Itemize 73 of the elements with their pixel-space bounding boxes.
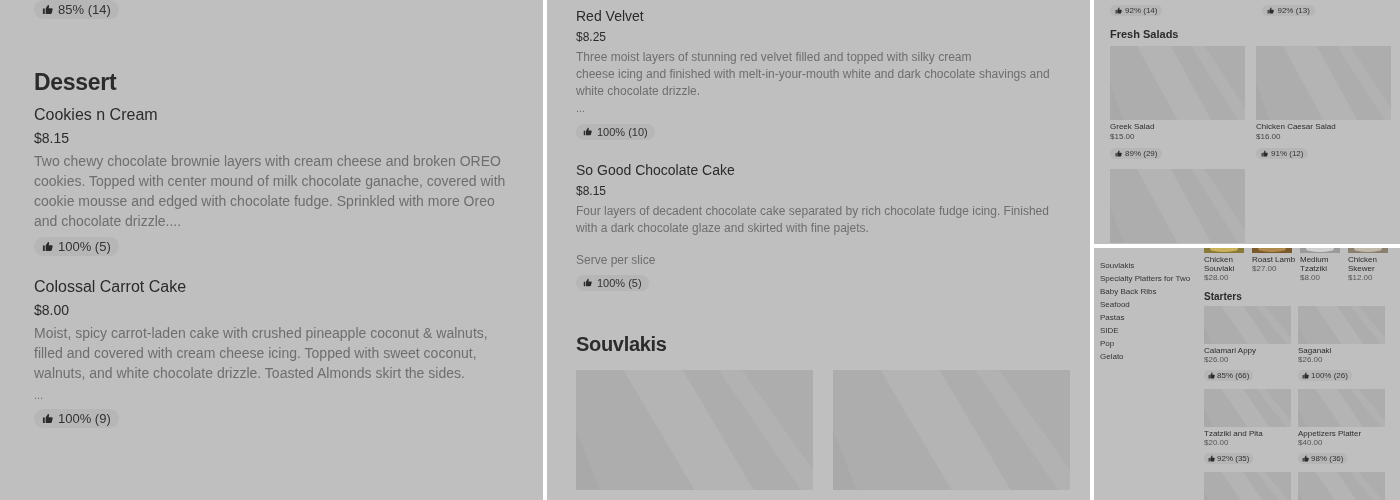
item-name: Appetizers Platter: [1298, 429, 1363, 438]
thumbs-up-icon: [583, 127, 592, 136]
rating-badge: 100% (5): [34, 237, 119, 256]
item-name: Red Velvet: [576, 8, 645, 24]
item-name: Medium Tzatziki: [1300, 255, 1330, 273]
item-description: Two chewy chocolate brownie layers with cream cheese and broken OREO cookies. Topped with center mound of milk chocolate ganache, covered with cookie mousse and edged with chocolate fudge. Sprinkled with more Oreo and chocolate drizzle....: [34, 152, 507, 231]
section-heading: Souvlakis: [576, 333, 668, 356]
ellipsis: ...: [576, 102, 587, 114]
rating-badge: 100% (26): [1298, 370, 1352, 381]
category-link[interactable]: Pastas: [1100, 312, 1204, 323]
rating-badge: 98% (36): [1298, 453, 1348, 464]
thumbs-up-icon: [1115, 150, 1122, 157]
item-price: $40.00: [1298, 438, 1324, 448]
rating-badge: 92% (14): [1110, 5, 1163, 16]
item-price: $26.00: [1298, 355, 1324, 365]
thumbs-up-icon: [1302, 455, 1309, 462]
rating-badge: 92% (35): [1204, 453, 1254, 464]
item-description: Three moist layers of stunning red velvet filled and topped with silky cream cheese icing and finished with melt-in-your-mouth white and dark chocolate shavings and white chocolate drizzle.: [576, 49, 1051, 100]
rating-badge: 100% (9): [34, 409, 119, 428]
rating-badge: 89% (29): [1110, 148, 1163, 159]
thumbs-up-icon: [1261, 150, 1268, 157]
thumbs-up-icon: [42, 413, 53, 424]
section-heading: Dessert: [34, 69, 118, 96]
item-price: $27.00: [1252, 264, 1278, 274]
item-price: $8.15: [576, 184, 608, 198]
item-description: Four layers of decadent chocolate cake separated by rich chocolate fudge icing. Finished with a dark chocolate glaze and skirted with fine pajets.: [576, 203, 1050, 237]
section-heading: Starters: [1204, 291, 1243, 302]
item-price: $12.00: [1348, 273, 1374, 283]
item-price: $26.00: [1204, 355, 1230, 365]
section-heading: Fresh Salads: [1110, 28, 1180, 40]
thumbs-up-icon: [42, 241, 53, 252]
category-link[interactable]: Specialty Platters for Two: [1100, 273, 1204, 284]
item-name: Greek Salad: [1110, 122, 1156, 132]
item-price: $28.00: [1204, 273, 1230, 283]
item-name: So Good Chocolate Cake: [576, 162, 736, 178]
item-price: $8.00: [34, 302, 71, 318]
serving-note: Serve per slice: [576, 253, 657, 267]
item-name: Cookies n Cream: [34, 106, 159, 124]
item-price: $8.25: [576, 30, 608, 44]
thumbs-up-icon: [1208, 372, 1215, 379]
rating-badge: 92% (13): [1262, 5, 1315, 16]
category-link[interactable]: Seafood: [1100, 299, 1204, 310]
rating-badge: 91% (12): [1256, 148, 1309, 159]
item-name: Colossal Carrot Cake: [34, 278, 188, 296]
thumbs-up-icon: [1267, 7, 1275, 14]
item-name: Tzatziki and Pita: [1204, 429, 1264, 438]
thumbs-up-icon: [1115, 7, 1122, 14]
item-price: $8.15: [34, 130, 71, 146]
thumbs-up-icon: [1208, 455, 1215, 462]
rating-badge: 85% (66): [1204, 370, 1254, 381]
category-link[interactable]: Gelato: [1100, 351, 1204, 362]
item-name: Calamari Appy: [1204, 346, 1258, 355]
rating-badge: 100% (10): [576, 123, 655, 140]
item-name: Roast Lamb: [1252, 255, 1297, 264]
item-name: Chicken Skewer: [1348, 255, 1378, 273]
item-price: $8.00: [1300, 273, 1322, 283]
item-name: Chicken Souvlaki: [1204, 255, 1236, 273]
category-link[interactable]: Baby Back Ribs: [1100, 286, 1204, 297]
thumbs-up-icon: [1302, 372, 1309, 379]
item-name: Saganaki: [1298, 346, 1333, 355]
category-link[interactable]: Pop: [1100, 338, 1204, 349]
rating-badge: 85% (14): [34, 0, 119, 19]
rating-badge: 100% (5): [576, 274, 649, 291]
category-link[interactable]: Souvlakis: [1100, 260, 1204, 271]
item-price: $15.00: [1110, 132, 1136, 142]
ellipsis: ...: [34, 389, 45, 401]
item-price: $16.00: [1256, 132, 1282, 142]
item-name: Chicken Caesar Salad: [1256, 122, 1337, 132]
category-link[interactable]: SIDE: [1100, 325, 1204, 336]
item-description: Moist, spicy carrot-laden cake with crushed pineapple coconut & walnuts, filled and covered with cream cheese icing. Topped with sweet coconut, walnuts, and white chocolate drizzle. Toasted Almonds skirt the sides.: [34, 324, 489, 383]
thumbs-up-icon: [42, 4, 53, 15]
thumbs-up-icon: [583, 278, 592, 287]
item-price: $20.00: [1204, 438, 1230, 448]
